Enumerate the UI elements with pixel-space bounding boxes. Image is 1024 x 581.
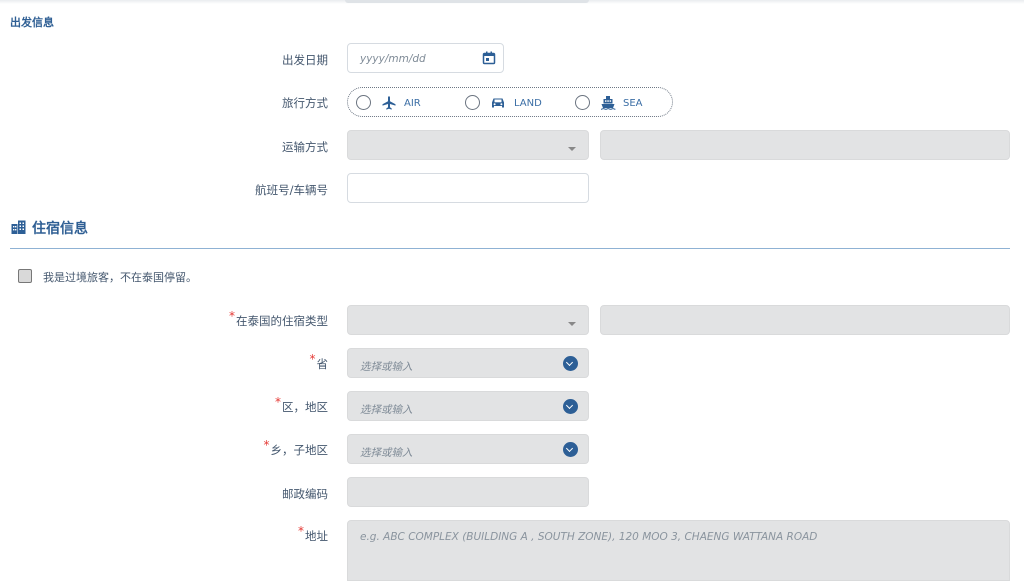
accommodation-type-label: *在泰国的住宿类型 <box>229 309 328 328</box>
ship-icon <box>600 96 616 110</box>
district-placeholder: 选择或输入 <box>360 404 413 416</box>
subdistrict-combobox[interactable]: 选择或输入 <box>347 434 589 464</box>
district-combobox[interactable]: 选择或输入 <box>347 391 589 421</box>
transport-detail-field[interactable] <box>600 130 1010 160</box>
calendar-icon[interactable] <box>482 51 496 65</box>
accommodation-type-select[interactable] <box>347 305 589 335</box>
airplane-icon <box>382 96 396 110</box>
required-mark: * <box>298 524 304 538</box>
province-placeholder: 选择或输入 <box>360 361 413 373</box>
radio-sea[interactable] <box>575 95 590 110</box>
departure-section-title: 出发信息 <box>10 16 54 29</box>
required-mark: * <box>309 352 316 366</box>
transport-label: 运输方式 <box>282 140 328 154</box>
transit-passenger-label: 我是过境旅客，不在泰国停留。 <box>43 271 197 284</box>
postal-code-field[interactable] <box>347 477 589 507</box>
chevron-down-icon <box>568 322 576 326</box>
accommodation-section-title: 住宿信息 <box>32 221 88 237</box>
required-mark: * <box>275 395 281 409</box>
departure-date-label: 出发日期 <box>282 53 328 67</box>
date-placeholder: yyyy/mm/dd <box>360 53 426 65</box>
address-textarea[interactable]: e.g. ABC COMPLEX (BUILDING A , SOUTH ZON… <box>347 520 1010 581</box>
province-combobox[interactable]: 选择或输入 <box>347 348 589 378</box>
province-label: *省 <box>309 352 329 371</box>
postal-code-label: 邮政编码 <box>282 487 328 501</box>
flight-number-input[interactable] <box>347 173 589 203</box>
address-label: *地址 <box>298 524 328 543</box>
transit-passenger-checkbox[interactable] <box>18 269 32 283</box>
travel-mode-label: 旅行方式 <box>282 96 328 110</box>
address-placeholder: e.g. ABC COMPLEX (BUILDING A , SOUTH ZON… <box>360 531 818 543</box>
district-label: *区，地区 <box>275 395 328 414</box>
radio-air[interactable] <box>356 95 371 110</box>
mode-label-land: LAND <box>514 98 542 109</box>
chevron-down-icon[interactable] <box>563 399 578 414</box>
chevron-down-icon[interactable] <box>563 442 578 457</box>
section-divider <box>10 248 1010 249</box>
car-icon <box>492 98 504 108</box>
required-mark: * <box>263 438 270 452</box>
required-mark: * <box>229 309 235 323</box>
mode-label-sea: SEA <box>623 98 643 109</box>
top-tab-edge <box>345 0 589 3</box>
travel-mode-group: AIR LAND SEA <box>347 87 673 117</box>
mode-label-air: AIR <box>404 98 421 109</box>
chevron-down-icon[interactable] <box>563 356 578 371</box>
departure-date-input[interactable]: yyyy/mm/dd <box>347 43 504 73</box>
subdistrict-placeholder: 选择或输入 <box>360 447 413 459</box>
accommodation-type-detail-field[interactable] <box>600 305 1010 335</box>
subdistrict-label: *乡，子地区 <box>263 438 329 457</box>
flight-number-label: 航班号/车辆号 <box>255 183 328 197</box>
radio-land[interactable] <box>465 95 480 110</box>
chevron-down-icon <box>568 147 576 151</box>
transport-select[interactable] <box>347 130 589 160</box>
building-icon <box>11 220 26 234</box>
